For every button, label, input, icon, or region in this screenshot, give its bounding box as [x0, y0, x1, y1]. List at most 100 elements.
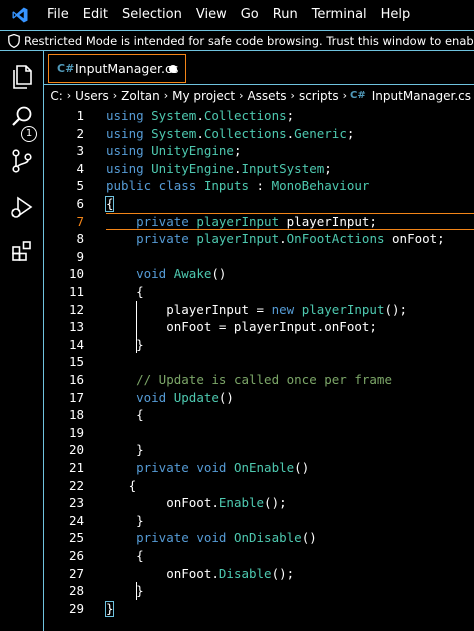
- tab-inputmanager[interactable]: C# InputManager.cs: [48, 54, 186, 83]
- breadcrumb-item[interactable]: Zoltan: [118, 89, 163, 103]
- line-number: 20: [68, 442, 84, 458]
- line-number: 7: [76, 213, 84, 229]
- line-number: 5: [76, 178, 84, 194]
- line-number: 12: [68, 301, 84, 317]
- line-number: 10: [68, 266, 84, 282]
- menu-selection[interactable]: Selection: [115, 0, 189, 30]
- menu-items: File Edit Selection View Go Run Terminal Help: [40, 0, 417, 30]
- code-line: 11 {: [44, 283, 474, 301]
- breadcrumb-item[interactable]: My project: [169, 89, 238, 103]
- tab-label: InputManager.cs: [75, 61, 179, 76]
- line-number: 23: [68, 495, 84, 511]
- line-number: 8: [76, 231, 84, 247]
- line-number: 11: [68, 284, 84, 299]
- code-line: 23 onFoot.Enable();: [44, 494, 474, 512]
- code-line: 3 using UnityEngine;: [44, 142, 474, 160]
- code-line: 25 private void OnDisable(): [44, 529, 474, 547]
- code-text: onFoot = playerInput.onFoot;: [106, 319, 377, 335]
- menu-bar: File Edit Selection View Go Run Terminal Help: [0, 0, 474, 30]
- breadcrumb-item[interactable]: scripts: [296, 89, 342, 103]
- code-text: using System.Collections;: [106, 108, 295, 123]
- line-number: 14: [68, 336, 84, 352]
- line-number: 17: [68, 389, 84, 405]
- code-line: 8 private playerInput.OnFootActions onFo…: [44, 230, 474, 248]
- code-text: }: [106, 512, 144, 528]
- code-line: 17 void Update(): [44, 389, 474, 407]
- menu-help[interactable]: Help: [374, 0, 418, 30]
- run-debug-icon[interactable]: [8, 193, 36, 221]
- editor-tab-bar: C# InputManager.cs: [44, 51, 474, 85]
- code-text: private playerInput playerInput;: [136, 213, 377, 229]
- code-text: playerInput = new playerInput();: [106, 301, 408, 317]
- line-number: 9: [76, 248, 84, 264]
- csharp-file-icon: C#: [57, 62, 75, 75]
- line-number: 27: [68, 565, 84, 581]
- code-text: void Awake(): [136, 266, 227, 282]
- code-line: 1 using System.Collections;: [44, 107, 474, 125]
- breadcrumb-item[interactable]: Users: [72, 89, 112, 103]
- code-line: 24 }: [44, 512, 474, 530]
- code-text: {: [106, 284, 144, 299]
- code-line: 2 using System.Collections.Generic;: [44, 125, 474, 143]
- code-line: 9: [44, 248, 474, 266]
- activity-bar: 1: [0, 51, 44, 631]
- code-text: private void OnDisable(): [136, 530, 317, 546]
- code-text: using UnityEngine.InputSystem;: [106, 160, 332, 176]
- code-editor[interactable]: 1 using System.Collections; 2 using System.…: [44, 105, 474, 631]
- code-text: }: [106, 336, 144, 352]
- code-line: 19: [44, 424, 474, 442]
- indent-guide: [136, 300, 137, 354]
- code-text: private void OnEnable(): [136, 460, 310, 475]
- menu-terminal[interactable]: Terminal: [305, 0, 374, 30]
- line-number: 15: [68, 354, 84, 370]
- breadcrumb-file[interactable]: InputManager.cs: [369, 89, 474, 103]
- line-number: 2: [76, 125, 84, 141]
- menu-go[interactable]: Go: [234, 0, 266, 30]
- line-number: 22: [68, 477, 84, 493]
- code-text: using UnityEngine;: [106, 143, 242, 159]
- breadcrumb: C: › Users › Zoltan › My project › Assets › script…: [44, 86, 474, 105]
- line-number: 24: [68, 512, 84, 528]
- menu-run[interactable]: Run: [266, 0, 305, 30]
- shield-icon: [0, 33, 20, 48]
- indent-guide: [136, 582, 137, 600]
- code-text: }: [106, 442, 144, 458]
- explorer-icon[interactable]: [8, 63, 36, 91]
- menu-view[interactable]: View: [189, 0, 234, 30]
- bracket-match-highlight: [105, 600, 114, 617]
- code-line: 13 onFoot = playerInput.onFoot;: [44, 318, 474, 336]
- csharp-file-icon: C#: [350, 90, 366, 101]
- line-number: 13: [68, 319, 84, 335]
- unsaved-dot-icon[interactable]: [169, 65, 177, 73]
- vscode-logo-icon: [0, 0, 40, 30]
- line-number: 4: [76, 160, 84, 176]
- menu-edit[interactable]: Edit: [76, 0, 115, 30]
- extensions-icon[interactable]: [8, 237, 36, 265]
- line-number: 16: [68, 372, 84, 387]
- code-text: private playerInput.OnFootActions onFoot…: [136, 231, 445, 247]
- line-number: 6: [76, 196, 84, 211]
- search-icon[interactable]: [8, 103, 36, 131]
- line-number: 19: [68, 424, 84, 440]
- line-number: 29: [68, 600, 84, 616]
- line-number: 28: [68, 583, 84, 599]
- code-line: 21 private void OnEnable(): [44, 459, 474, 477]
- code-line: 15: [44, 353, 474, 371]
- code-line: 10 void Awake(): [44, 265, 474, 283]
- code-text: public class Inputs : MonoBehaviour: [106, 178, 370, 194]
- restricted-mode-banner[interactable]: Restricted Mode is intended for safe cod…: [0, 30, 474, 51]
- code-line: 18 {: [44, 406, 474, 424]
- code-line: 26 {: [44, 547, 474, 565]
- code-line: 22 {: [44, 477, 474, 495]
- menu-file[interactable]: File: [40, 0, 76, 30]
- line-number: 25: [68, 530, 84, 546]
- code-line: 14 }: [44, 336, 474, 354]
- code-line: 4 using UnityEngine.InputSystem;: [44, 160, 474, 178]
- source-control-icon[interactable]: [8, 147, 36, 175]
- breadcrumb-item[interactable]: C:: [47, 89, 65, 103]
- breadcrumb-item[interactable]: Assets: [244, 89, 289, 103]
- restricted-mode-message: Restricted Mode is intended for safe cod…: [24, 33, 474, 48]
- line-number: 21: [68, 460, 84, 475]
- code-text: {: [106, 477, 137, 493]
- code-line: 27 onFoot.Disable();: [44, 565, 474, 583]
